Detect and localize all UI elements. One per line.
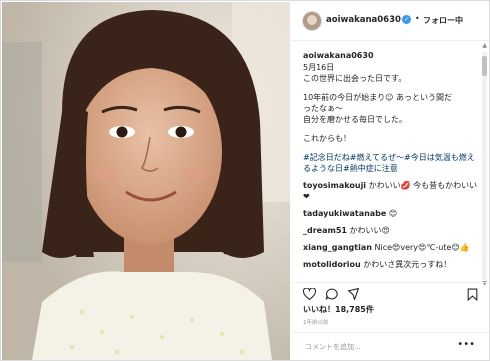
post-date: 1年前以前 [303, 320, 329, 326]
avatar[interactable] [302, 11, 322, 31]
comment-item: _dream51 かわいい😍 [303, 225, 481, 236]
comment-text: かわいい😍 [349, 226, 390, 235]
comment-username[interactable]: toyosimakouji [303, 181, 366, 190]
post-side-panel: aoiwakana0630 ✓ • フォロー中 aoiwakana0630 5月… [291, 2, 489, 360]
more-options-icon[interactable]: ••• [457, 339, 475, 350]
comment-item: tadayukiwatanabe 😊 [303, 208, 481, 219]
comment-username[interactable]: xiang_gangtian [303, 243, 372, 252]
caption-line: 10年前の今日が始まり☺︎ あっという間だ [303, 93, 453, 102]
comment-item: toyosimakouji かわいい💋 今も昔もかわいい❤ [303, 180, 481, 202]
comment-item: motolidoriou かわいさ異次元っすね！ [303, 259, 481, 270]
action-bar [291, 282, 489, 303]
comment-text: Nice😍very😍℃-ute😊👍 [374, 243, 470, 252]
comment-username[interactable]: _dream51 [303, 226, 347, 235]
caption-line: この世界に出会った日です。 [303, 74, 407, 83]
scroll-up-arrow-icon[interactable]: ▲ [482, 42, 487, 49]
comment-text: かわいさ異次元っすね！ [363, 260, 452, 269]
add-comment-input[interactable]: コメントを追加... [305, 342, 361, 352]
heart-icon[interactable] [302, 287, 317, 303]
post-username[interactable]: aoiwakana0630 [326, 15, 401, 25]
caption-line: 5月16日 [303, 63, 335, 72]
comments-section[interactable]: aoiwakana0630 5月16日 この世界に出会った日です。 10年前の今… [291, 41, 481, 281]
caption-username[interactable]: aoiwakana0630 [303, 51, 481, 60]
caption-line: 自分を磨かせる毎日でした。 [303, 115, 407, 124]
caption-line: これからも！ [303, 134, 351, 143]
caption-hashtags[interactable]: #記念日だね#燃えてるぜ〜#今日は気温も燃えるような日#熱中症に注意 [303, 152, 481, 174]
following-button[interactable]: フォロー中 [423, 15, 463, 26]
comment-text: 😊 [388, 209, 398, 218]
caption-line: ったなぁ～ [303, 104, 343, 113]
share-icon[interactable] [347, 287, 360, 303]
instagram-post: aoiwakana0630 ✓ • フォロー中 aoiwakana0630 5月… [0, 0, 490, 361]
comment-icon[interactable] [325, 288, 338, 303]
comment-username[interactable]: motolidoriou [303, 260, 361, 269]
scrollbar-thumb[interactable] [482, 56, 487, 76]
girl-portrait-image [2, 2, 290, 360]
comment-username[interactable]: tadayukiwatanabe [303, 209, 386, 218]
comments-scrollbar[interactable] [482, 52, 487, 280]
post-photo[interactable] [2, 2, 290, 360]
bookmark-icon[interactable] [467, 288, 478, 304]
add-comment-bar: コメントを追加... ••• [291, 332, 489, 361]
separator-dot: • [415, 14, 420, 23]
post-header: aoiwakana0630 ✓ • フォロー中 [291, 2, 489, 41]
comment-item: xiang_gangtian Nice😍very😍℃-ute😊👍 [303, 242, 481, 253]
likes-count[interactable]: いいね！18,785件 [303, 304, 374, 315]
verified-badge-icon: ✓ [402, 15, 411, 24]
